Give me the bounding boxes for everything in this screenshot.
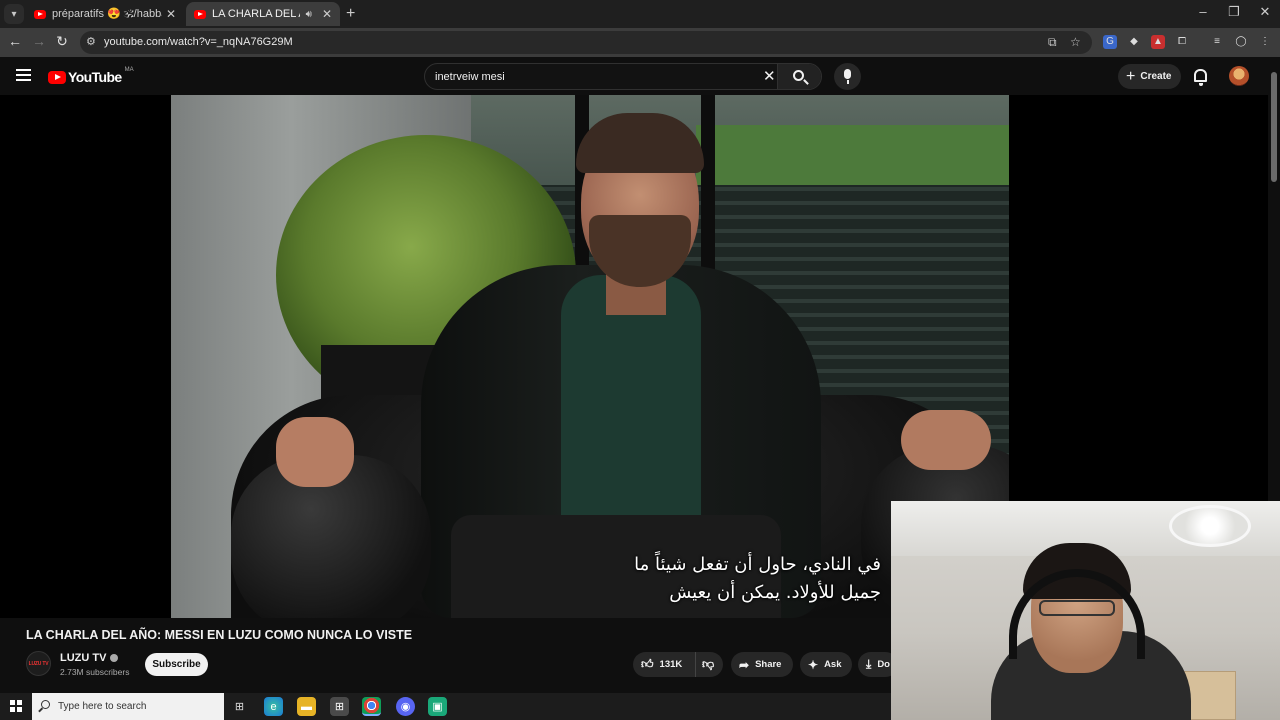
media-controls-icon[interactable]: ≡ bbox=[1210, 35, 1224, 49]
extensions-puzzle-icon[interactable]: ⧠ bbox=[1175, 35, 1189, 49]
chrome-icon[interactable] bbox=[362, 697, 381, 716]
create-label: Create bbox=[1140, 71, 1172, 82]
address-bar[interactable]: ⚙︎ youtube.com/watch?v=_nqNA76G29M ⧉ ☆ bbox=[80, 31, 1092, 54]
region-code: MA bbox=[124, 67, 134, 73]
site-info-icon[interactable]: ⚙︎ bbox=[86, 35, 96, 48]
search-icon bbox=[793, 70, 804, 81]
close-window-icon[interactable]: ✕ bbox=[1250, 4, 1280, 20]
person-hand-right bbox=[901, 410, 991, 470]
page-scrollbar-thumb[interactable] bbox=[1271, 72, 1277, 182]
profile-icon[interactable]: ◯ bbox=[1234, 35, 1248, 49]
person-shirt bbox=[561, 275, 701, 555]
download-icon: ⤓ bbox=[866, 657, 872, 671]
search-button[interactable] bbox=[777, 64, 821, 89]
youtube-favicon-icon bbox=[194, 9, 206, 19]
subscribe-button[interactable]: Subscribe bbox=[145, 653, 208, 676]
install-app-icon[interactable]: ⧉ bbox=[1048, 35, 1057, 50]
clear-search-icon[interactable]: ✕ bbox=[763, 67, 776, 85]
video-subtitles: في النادي، حاول أن تفعل شيئاً ما جميل لل… bbox=[591, 551, 881, 607]
dislike-button[interactable]: 👎︎ bbox=[695, 652, 723, 677]
video-frame[interactable]: في النادي، حاول أن تفعل شيئاً ما جميل لل… bbox=[171, 95, 1009, 618]
subtitle-line-1: في النادي، حاول أن تفعل شيئاً ما bbox=[634, 554, 881, 575]
store-icon[interactable]: ⊞ bbox=[330, 697, 349, 716]
create-button[interactable]: + Create bbox=[1118, 64, 1182, 89]
discord-icon[interactable]: ◉ bbox=[396, 697, 415, 716]
microphone-icon bbox=[844, 69, 851, 79]
ask-button[interactable]: ✦ Ask bbox=[800, 652, 852, 677]
webcam-overlay bbox=[891, 501, 1280, 720]
windows-taskbar: Type here to search ⊞ e ▬ ⊞ ◉ ▣ bbox=[0, 693, 891, 720]
tab-title: LA CHARLA DEL AÑO: MES bbox=[212, 8, 300, 20]
account-avatar[interactable] bbox=[1229, 66, 1249, 86]
browser-menu-icon[interactable]: ⋮ bbox=[1258, 35, 1272, 49]
channel-name[interactable]: LUZU TV bbox=[60, 652, 106, 664]
youtube-header: YouTube MA ✕ + Create bbox=[0, 57, 1280, 95]
translate-extension-icon[interactable]: G bbox=[1103, 35, 1117, 49]
search-input[interactable] bbox=[435, 68, 755, 86]
subscriber-count: 2.73M subscribers bbox=[60, 667, 130, 677]
app-icon[interactable]: ▣ bbox=[428, 697, 447, 716]
like-button[interactable]: 👍︎ 131K bbox=[633, 652, 695, 677]
download-label: Do bbox=[877, 659, 890, 670]
youtube-logo-icon bbox=[48, 70, 66, 84]
browser-tab-strip: ▾ préparatifs 😍 🕉/habbat abdel ✕ LA CHAR… bbox=[0, 0, 1280, 28]
like-count: 131K bbox=[659, 659, 683, 670]
sparkle-icon: ✦ bbox=[808, 657, 819, 672]
browser-toolbar: ← → ↻ ⚙︎ youtube.com/watch?v=_nqNA76G29M… bbox=[0, 28, 1280, 57]
search-icon bbox=[41, 700, 50, 709]
youtube-favicon-icon bbox=[34, 9, 46, 19]
task-view-icon[interactable]: ⊞ bbox=[230, 697, 249, 716]
verified-badge-icon bbox=[110, 654, 119, 662]
youtube-wordmark: YouTube bbox=[68, 69, 122, 85]
url-text[interactable]: youtube.com/watch?v=_nqNA76G29M bbox=[104, 36, 293, 48]
thumbs-up-icon: 👍︎ bbox=[641, 657, 654, 671]
tab-close-icon[interactable]: ✕ bbox=[322, 7, 332, 21]
share-arrow-icon: ➦ bbox=[739, 657, 750, 672]
forward-icon[interactable]: → bbox=[29, 33, 49, 49]
tab-search-icon[interactable]: ▾ bbox=[4, 4, 24, 24]
reload-icon[interactable]: ↻ bbox=[52, 33, 72, 50]
person-hand-left bbox=[276, 417, 354, 487]
voice-search-button[interactable] bbox=[834, 63, 861, 90]
plus-icon: + bbox=[1126, 67, 1136, 85]
edge-icon[interactable]: e bbox=[264, 697, 283, 716]
file-explorer-icon[interactable]: ▬ bbox=[297, 697, 316, 716]
menu-hamburger-icon[interactable] bbox=[16, 69, 31, 81]
tab-close-icon[interactable]: ✕ bbox=[166, 7, 176, 21]
share-label: Share bbox=[755, 659, 782, 670]
notifications-bell-icon[interactable] bbox=[1194, 69, 1207, 86]
ceiling-lamp bbox=[1169, 505, 1251, 547]
extension-diamond-icon[interactable]: ◆ bbox=[1127, 35, 1141, 49]
browser-tab-1[interactable]: préparatifs 😍 🕉/habbat abdel ✕ bbox=[26, 2, 184, 26]
thumbs-down-icon: 👎︎ bbox=[702, 657, 715, 671]
ask-label: Ask bbox=[824, 659, 842, 670]
background-pitch bbox=[696, 125, 1009, 185]
back-icon[interactable]: ← bbox=[5, 33, 25, 49]
microphone-stand bbox=[846, 80, 849, 84]
speaker-icon[interactable]: 🔊︎ bbox=[306, 9, 312, 20]
taskbar-search-placeholder: Type here to search bbox=[58, 701, 147, 712]
search-bar: ✕ bbox=[424, 63, 822, 90]
video-title: LA CHARLA DEL AÑO: MESSI EN LUZU COMO NU… bbox=[26, 628, 413, 642]
channel-avatar[interactable]: LUZU TV bbox=[26, 651, 51, 676]
channel-name-row[interactable]: LUZU TV bbox=[60, 652, 119, 664]
minimize-icon[interactable]: – bbox=[1188, 4, 1218, 19]
share-button[interactable]: ➦ Share bbox=[731, 652, 793, 677]
youtube-logo[interactable]: YouTube MA bbox=[48, 67, 134, 85]
bookmark-star-icon[interactable]: ☆ bbox=[1070, 35, 1081, 49]
windows-start-icon[interactable] bbox=[10, 700, 22, 712]
subtitle-line-2: جميل للأولاد. يمكن أن يعيش bbox=[669, 582, 881, 603]
new-tab-icon[interactable]: + bbox=[346, 5, 355, 23]
browser-tab-2[interactable]: LA CHARLA DEL AÑO: MES 🔊︎ ✕ bbox=[186, 2, 340, 26]
extension-red-icon[interactable]: ▲ bbox=[1151, 35, 1165, 49]
taskbar-search-box[interactable]: Type here to search bbox=[32, 693, 224, 720]
glasses bbox=[1039, 600, 1115, 616]
tab-title: préparatifs 😍 🕉/habbat abdel bbox=[52, 8, 162, 20]
restore-icon[interactable]: ❐ bbox=[1219, 4, 1249, 20]
